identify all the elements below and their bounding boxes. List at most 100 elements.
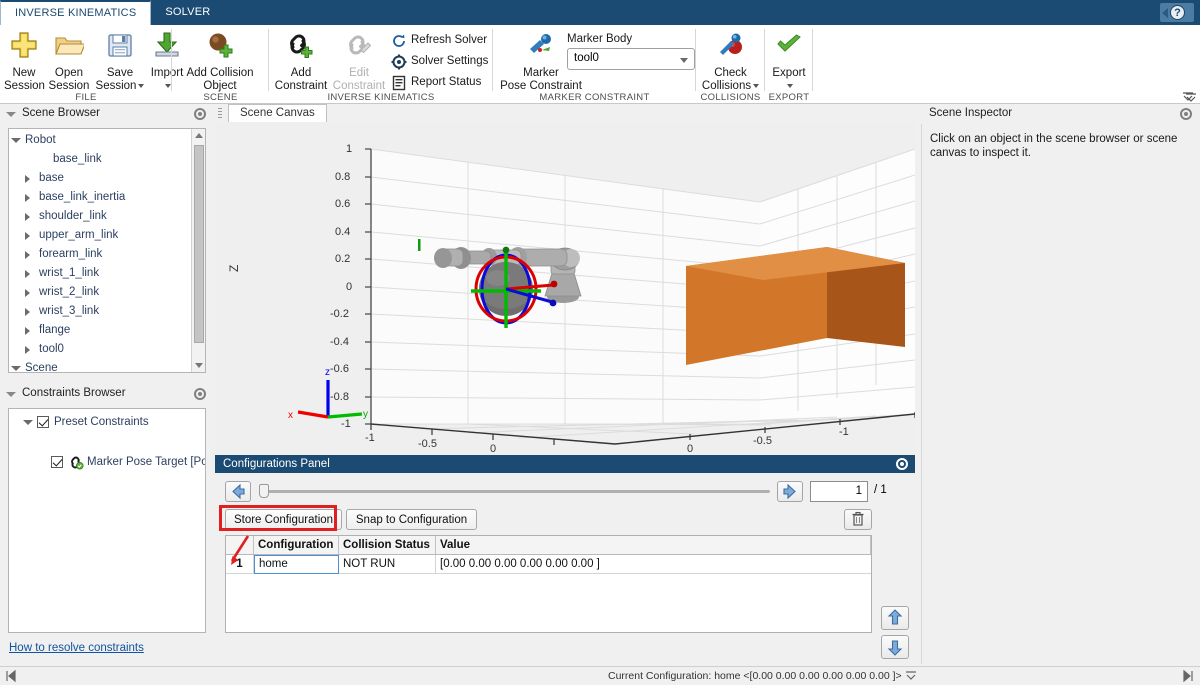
status-end-icon[interactable]: [1181, 669, 1195, 685]
scroll-up-arrow-icon[interactable]: [195, 133, 203, 138]
configuration-slider-thumb[interactable]: [259, 484, 269, 498]
chevron-down-icon[interactable]: [680, 58, 688, 63]
collapse-panel-icon[interactable]: [1184, 92, 1198, 104]
scroll-down-arrow-icon[interactable]: [195, 363, 203, 368]
row-configuration-name[interactable]: home: [254, 555, 339, 574]
scene-tree-item-label: Robot: [25, 134, 56, 146]
scene-canvas-3d[interactable]: Z 1 0.8 0.6 0.4 0.2 0 -0.2 -0.4 -0.6 -0.…: [215, 122, 915, 454]
chevron-right-icon[interactable]: [25, 346, 30, 354]
scene-tree-item-label: wrist_3_link: [39, 305, 100, 317]
configurations-panel-options-icon[interactable]: [896, 458, 908, 470]
move-configuration-up-button[interactable]: [881, 606, 909, 630]
triad-x-label: x: [288, 410, 293, 421]
scene-browser-tree[interactable]: Robot base_link base base_link_inertia shoul…: [8, 128, 206, 373]
scene-tree-item-label: upper_arm_link: [39, 229, 119, 241]
chevron-down-icon[interactable]: [787, 83, 793, 88]
gear-icon[interactable]: [194, 388, 206, 400]
right-splitter[interactable]: [915, 104, 919, 664]
scene-tree-item-base[interactable]: base: [9, 169, 190, 188]
new-session-line1: New: [12, 67, 36, 79]
scrollbar-thumb[interactable]: [194, 145, 204, 343]
chevron-right-icon[interactable]: [25, 289, 30, 297]
scene-tree-item-label: forearm_link: [39, 248, 103, 260]
ribbon-tabbar: INVERSE KINEMATICS SOLVER ?: [0, 0, 1200, 25]
constraint-group-preset[interactable]: Preset Constraints: [9, 413, 205, 432]
ribbon-group-label-marker: MARKER CONSTRAINT: [539, 92, 650, 103]
scene-tree-item-wrist-2-link[interactable]: wrist_2_link: [9, 283, 190, 302]
open-session-button[interactable]: Open Session: [48, 28, 90, 93]
scene-tree-item-base-link[interactable]: base_link: [9, 150, 190, 169]
app-window: INVERSE KINEMATICS SOLVER ? New Session: [0, 0, 1200, 685]
status-expand-icon[interactable]: [905, 671, 917, 685]
snap-to-configuration-button[interactable]: Snap to Configuration: [346, 509, 477, 530]
chevron-down-icon[interactable]: [6, 392, 16, 397]
chevron-right-icon[interactable]: [25, 175, 30, 183]
export-button[interactable]: Export: [765, 28, 813, 90]
triad-z-label: z: [325, 367, 330, 378]
chevron-down-icon[interactable]: [6, 112, 16, 117]
help-button[interactable]: ?: [1160, 3, 1194, 22]
chevron-right-icon[interactable]: [25, 194, 30, 202]
scene-tree-item-upper-arm-link[interactable]: upper_arm_link: [9, 226, 190, 245]
gear-settings-icon: [391, 54, 407, 70]
scene-tree-item-base-link-inertia[interactable]: base_link_inertia: [9, 188, 190, 207]
scene-tree-item-Scene[interactable]: Scene: [9, 359, 190, 372]
chevron-right-icon[interactable]: [25, 308, 30, 316]
configuration-index-input[interactable]: 1: [810, 481, 868, 502]
question-mark-icon: ?: [1170, 5, 1185, 20]
move-configuration-down-button[interactable]: [881, 635, 909, 659]
chevron-down-icon[interactable]: [138, 83, 145, 88]
edit-constraint-button[interactable]: Edit Constraint: [331, 28, 387, 93]
chevron-down-icon[interactable]: [23, 420, 33, 425]
chevron-right-icon[interactable]: [25, 232, 30, 240]
scene-tree-item-tool0[interactable]: tool0: [9, 340, 190, 359]
chevron-down-icon[interactable]: [11, 366, 21, 371]
scene-tree-item-wrist-3-link[interactable]: wrist_3_link: [9, 302, 190, 321]
constraints-browser-tree[interactable]: Preset Constraints Marker Pose Target [P…: [8, 408, 206, 633]
z-tick-0: 1: [346, 143, 353, 155]
next-configuration-button[interactable]: [777, 481, 803, 502]
tab-solver[interactable]: SOLVER: [151, 0, 224, 25]
tab-scene-canvas[interactable]: Scene Canvas: [228, 104, 327, 122]
add-constraint-button[interactable]: Add Constraint: [273, 28, 329, 93]
marker-body-combo[interactable]: tool0: [567, 48, 695, 70]
gear-icon[interactable]: [194, 108, 206, 120]
ribbon-group-collisions: Check Collisions COLLISIONS: [696, 25, 765, 104]
scene-tree-item-shoulder-link[interactable]: shoulder_link: [9, 207, 190, 226]
delete-configuration-button[interactable]: [844, 509, 872, 530]
chevron-down-icon[interactable]: [753, 83, 760, 88]
save-session-line1: Save: [106, 67, 134, 79]
tab-inverse-kinematics[interactable]: INVERSE KINEMATICS: [0, 0, 152, 25]
previous-configuration-button[interactable]: [225, 481, 251, 502]
scene-browser-scrollbar[interactable]: [191, 129, 205, 372]
how-to-resolve-constraints-link[interactable]: How to resolve constraints: [9, 642, 144, 654]
scene-tree-item-forearm-link[interactable]: forearm_link: [9, 245, 190, 264]
save-session-button[interactable]: Save Session: [94, 28, 146, 93]
chevron-right-icon[interactable]: [25, 327, 30, 335]
table-row[interactable]: 1 home NOT RUN [0.00 0.00 0.00 0.00 0.00…: [226, 555, 871, 574]
status-start-icon[interactable]: [4, 669, 18, 685]
configurations-table[interactable]: Configuration Collision Status Value 1 h…: [225, 535, 872, 633]
configuration-slider-track[interactable]: [263, 490, 770, 493]
scene-tree-item-flange[interactable]: flange: [9, 321, 190, 340]
chevron-right-icon[interactable]: [25, 270, 30, 278]
z-tick-10: -1: [341, 418, 351, 430]
scene-tree-item-Robot[interactable]: Robot: [9, 131, 190, 150]
edit-constraint-line1: Edit: [349, 67, 369, 79]
scene-tree-item-wrist-1-link[interactable]: wrist_1_link: [9, 264, 190, 283]
chevron-right-icon[interactable]: [25, 213, 30, 221]
gear-icon[interactable]: [1180, 108, 1192, 120]
new-session-button[interactable]: New Session: [4, 28, 45, 93]
drag-grip-icon[interactable]: [218, 108, 222, 119]
add-collision-object-button[interactable]: Add Collision Object: [177, 28, 263, 93]
chevron-down-icon[interactable]: [11, 138, 21, 143]
constraint-marker-pose-target[interactable]: Marker Pose Target [Pose]: [9, 453, 205, 472]
left-splitter[interactable]: [210, 104, 214, 664]
chevron-right-icon[interactable]: [25, 251, 30, 259]
marker-pose-target-checkbox[interactable]: [51, 456, 63, 468]
check-collisions-button[interactable]: Check Collisions: [696, 28, 765, 93]
z-axis-title: Z: [227, 264, 241, 272]
y-tick-1: -0.5: [753, 435, 772, 447]
preset-constraints-checkbox[interactable]: [37, 416, 49, 428]
add-collision-object-line1: Add Collision: [186, 67, 254, 79]
